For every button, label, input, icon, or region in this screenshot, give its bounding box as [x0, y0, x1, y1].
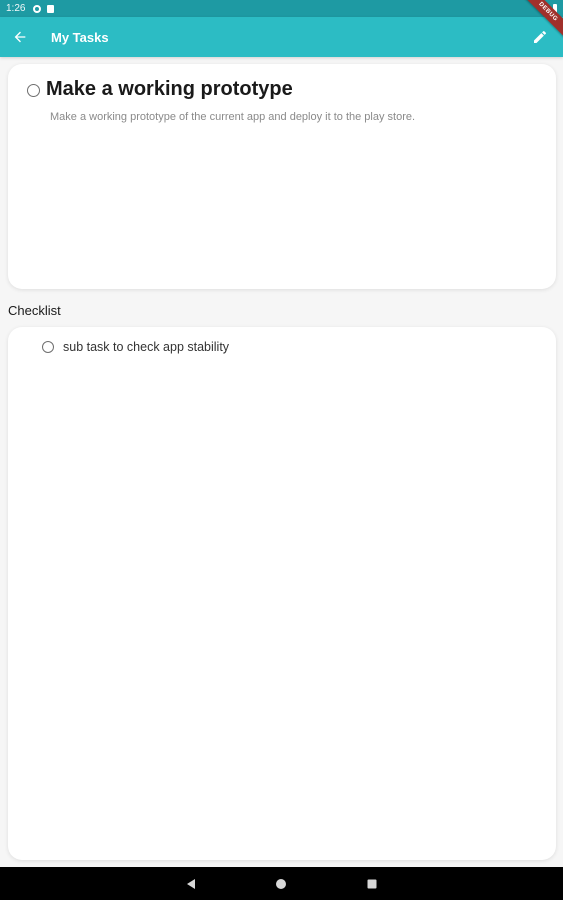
arrow-left-icon	[14, 31, 26, 43]
task-card: Make a working prototype Make a working …	[8, 64, 556, 289]
checklist-item-radio[interactable]	[42, 341, 54, 353]
sync-status-icon	[33, 4, 42, 13]
system-home-button[interactable]	[261, 867, 301, 900]
system-nav-bar	[0, 867, 563, 900]
status-time: 1:26	[6, 3, 26, 14]
system-recents-button[interactable]	[352, 867, 392, 900]
screen: 1:26 My Tasks DEBUG Make a working proto…	[0, 0, 563, 900]
checklist-heading: Checklist	[8, 303, 61, 318]
app-bar: My Tasks	[0, 17, 563, 57]
back-button[interactable]	[0, 17, 40, 57]
system-back-button[interactable]	[171, 867, 211, 900]
pencil-icon	[534, 30, 547, 43]
task-complete-radio[interactable]	[27, 84, 40, 97]
recents-square-icon	[367, 879, 377, 888]
page-title: My Tasks	[51, 29, 109, 45]
task-description: Make a working prototype of the current …	[50, 111, 416, 123]
back-triangle-icon	[187, 878, 195, 889]
checklist-item-label: sub task to check app stability	[63, 340, 230, 354]
sd-card-status-icon	[47, 4, 55, 13]
task-title: Make a working prototype	[46, 78, 293, 100]
home-circle-icon	[276, 878, 286, 889]
status-bar: 1:26	[0, 0, 563, 17]
checklist-card: sub task to check app stability	[8, 327, 556, 860]
checklist-item[interactable]: sub task to check app stability	[42, 340, 229, 354]
